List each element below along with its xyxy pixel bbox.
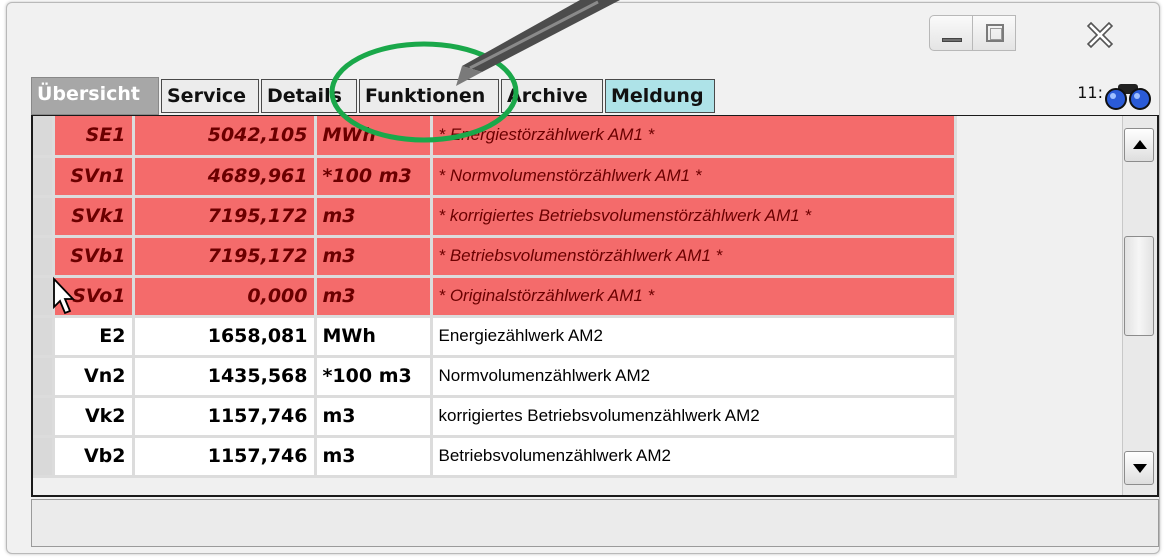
values-table: SE1 5042,105 MWh * Energiestörzählwerk AM1 … xyxy=(33,116,957,478)
cell-value: 1157,746 xyxy=(133,396,317,438)
cell-description: * Originalstörzählwerk AM1 * xyxy=(431,276,957,318)
cell-description: korrigiertes Betriebsvolumenzählwerk AM2 xyxy=(431,396,957,438)
cell-unit: *100 m3 xyxy=(315,356,433,398)
cell-unit: m3 xyxy=(315,196,433,238)
cell-value: 1435,568 xyxy=(133,356,317,398)
cell-name: SVo1 xyxy=(53,276,135,318)
table-row[interactable]: SVo1 0,000 m3 * Originalstörzählwerk AM1 * xyxy=(33,276,957,318)
close-icon xyxy=(1086,21,1114,49)
scroll-thumb[interactable] xyxy=(1124,236,1154,336)
app-window: Übersicht Service Details Funktionen Arc… xyxy=(6,2,1160,554)
table-row[interactable]: SVk1 7195,172 m3 * korrigiertes Betriebsvol… xyxy=(33,196,957,238)
cell-name: Vn2 xyxy=(53,356,135,398)
row-marker xyxy=(33,396,55,438)
cell-value: 7195,172 xyxy=(133,196,317,238)
row-marker xyxy=(33,436,55,478)
cell-unit: MWh xyxy=(315,316,433,358)
vertical-scrollbar[interactable] xyxy=(1122,116,1157,495)
cell-description: * Betriebsvolumenstörzählwerk AM1 * xyxy=(431,236,957,278)
table-row[interactable]: E2 1658,081 MWh Energiezählwerk AM2 xyxy=(33,316,957,358)
cell-value: 1658,081 xyxy=(133,316,317,358)
cell-value: 1157,746 xyxy=(133,436,317,478)
cell-description: Energiezählwerk AM2 xyxy=(431,316,957,358)
row-marker xyxy=(33,356,55,398)
maximize-icon xyxy=(986,24,1004,42)
cell-unit: m3 xyxy=(315,236,433,278)
table-row[interactable]: SVb1 7195,172 m3 * Betriebsvolumenstörzählw… xyxy=(33,236,957,278)
cell-description: * korrigiertes Betriebsvolumenstörzählwe… xyxy=(431,196,957,238)
clock-text: 11: xyxy=(1077,83,1103,102)
cell-description: Betriebsvolumenzählwerk AM2 xyxy=(431,436,957,478)
cell-description: * Normvolumenstörzählwerk AM1 * xyxy=(431,156,957,198)
tab-bar: Übersicht Service Details Funktionen Arc… xyxy=(31,77,1159,115)
row-marker xyxy=(33,236,55,278)
cell-name: Vk2 xyxy=(53,396,135,438)
cell-value: 7195,172 xyxy=(133,236,317,278)
row-marker xyxy=(33,276,55,318)
row-marker xyxy=(33,156,55,198)
table-row[interactable]: SVn1 4689,961 *100 m3 * Normvolumenstörzähl… xyxy=(33,156,957,198)
cell-value: 0,000 xyxy=(133,276,317,318)
tab-meldung[interactable]: Meldung xyxy=(605,79,715,113)
minimize-button[interactable] xyxy=(929,15,973,51)
close-button[interactable] xyxy=(1067,15,1131,51)
tab-uebersicht[interactable]: Übersicht xyxy=(31,77,159,115)
cell-unit: m3 xyxy=(315,276,433,318)
table-row[interactable]: SE1 5042,105 MWh * Energiestörzählwerk AM1 … xyxy=(33,116,957,158)
cell-name: Vb2 xyxy=(53,436,135,478)
cell-unit: MWh xyxy=(315,116,433,158)
title-bar xyxy=(7,3,1159,69)
table-row[interactable]: Vn2 1435,568 *100 m3 Normvolumenzählwerk AM… xyxy=(33,356,957,398)
cell-name: SVn1 xyxy=(53,156,135,198)
tab-funktionen[interactable]: Funktionen xyxy=(359,79,499,113)
row-marker xyxy=(33,116,55,158)
arrow-up-icon xyxy=(1133,140,1147,149)
tab-service[interactable]: Service xyxy=(161,79,259,113)
cell-name: SVb1 xyxy=(53,236,135,278)
cell-description: Normvolumenzählwerk AM2 xyxy=(431,356,957,398)
binoculars-icon[interactable] xyxy=(1105,81,1151,111)
table-row[interactable]: Vb2 1157,746 m3 Betriebsvolumenzählwerk AM2 xyxy=(33,436,957,478)
tab-archive[interactable]: Archive xyxy=(501,79,603,113)
scroll-down-button[interactable] xyxy=(1124,451,1154,485)
cell-name: SE1 xyxy=(53,116,135,158)
cell-unit: *100 m3 xyxy=(315,156,433,198)
cell-value: 4689,961 xyxy=(133,156,317,198)
tab-details[interactable]: Details xyxy=(261,79,357,113)
cell-description: * Energiestörzählwerk AM1 * xyxy=(431,116,957,158)
cell-name: E2 xyxy=(53,316,135,358)
cell-value: 5042,105 xyxy=(133,116,317,158)
maximize-button[interactable] xyxy=(972,15,1016,51)
row-marker xyxy=(33,316,55,358)
status-bar xyxy=(31,499,1159,547)
minimize-icon xyxy=(942,38,962,42)
cell-unit: m3 xyxy=(315,436,433,478)
cell-unit: m3 xyxy=(315,396,433,438)
row-marker xyxy=(33,196,55,238)
table-row[interactable]: Vk2 1157,746 m3 korrigiertes Betriebsvolume… xyxy=(33,396,957,438)
arrow-down-icon xyxy=(1133,464,1147,473)
scroll-up-button[interactable] xyxy=(1124,128,1154,162)
cell-name: SVk1 xyxy=(53,196,135,238)
values-panel: SE1 5042,105 MWh * Energiestörzählwerk AM1 … xyxy=(31,115,1159,497)
